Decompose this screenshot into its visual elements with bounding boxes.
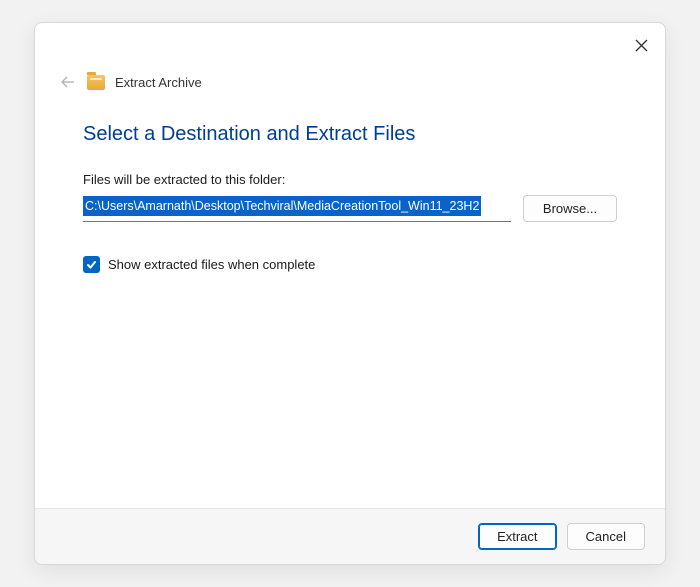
arrow-left-icon xyxy=(60,74,76,90)
extract-archive-dialog: Extract Archive Select a Destination and… xyxy=(34,22,666,565)
back-button[interactable] xyxy=(59,73,77,91)
archive-folder-icon xyxy=(87,75,105,90)
close-button[interactable] xyxy=(631,35,651,55)
destination-label: Files will be extracted to this folder: xyxy=(83,172,617,187)
show-extracted-label: Show extracted files when complete xyxy=(108,257,315,272)
browse-button[interactable]: Browse... xyxy=(523,195,617,222)
dialog-title: Extract Archive xyxy=(115,75,202,90)
close-icon xyxy=(635,39,648,52)
check-icon xyxy=(86,259,97,270)
destination-path-field[interactable]: C:\Users\Amarnath\Desktop\Techviral\Medi… xyxy=(83,196,511,222)
dialog-footer: Extract Cancel xyxy=(35,508,665,564)
show-extracted-checkbox[interactable] xyxy=(83,256,100,273)
page-heading: Select a Destination and Extract Files xyxy=(83,123,617,146)
destination-path-value: C:\Users\Amarnath\Desktop\Techviral\Medi… xyxy=(83,196,481,216)
extract-button[interactable]: Extract xyxy=(478,523,556,550)
cancel-button[interactable]: Cancel xyxy=(567,523,645,550)
